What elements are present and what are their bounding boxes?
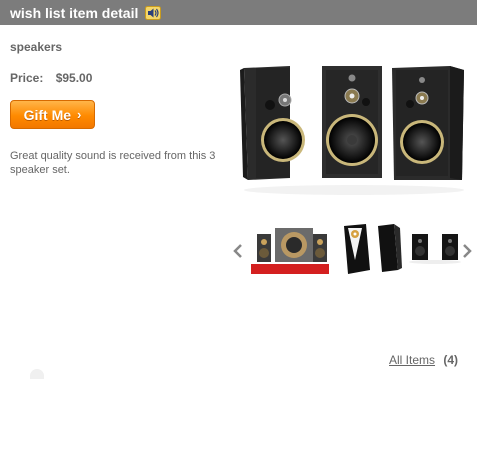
item-description: Great quality sound is received from thi… (10, 150, 216, 176)
chevron-right-icon: › (77, 107, 82, 122)
speaker-center (322, 66, 382, 178)
chevron-left-icon[interactable] (233, 244, 243, 258)
thumbnail-1[interactable] (251, 220, 329, 278)
page-title: wish list item detail (10, 4, 139, 21)
gift-me-button[interactable]: Gift Me › (10, 100, 95, 129)
all-items-row: All Items (4) (389, 353, 458, 367)
speaker-icon[interactable] (145, 5, 162, 20)
price-label: Price: (10, 71, 44, 85)
chevron-right-icon[interactable] (462, 244, 472, 258)
speaker-right (392, 66, 464, 180)
gift-me-label: Gift Me (23, 106, 72, 123)
speaker-left (240, 66, 305, 180)
item-name: speakers (10, 40, 63, 54)
price-row: Price: $95.00 (10, 71, 92, 85)
thumbnail-carousel (231, 220, 477, 280)
thumbnail-2[interactable] (336, 220, 414, 278)
price-value: $95.00 (55, 71, 93, 85)
all-items-count: (4) (443, 353, 459, 367)
all-items-link[interactable]: All Items (389, 353, 435, 367)
loading-indicator (30, 369, 44, 379)
header-bar: wish list item detail (0, 0, 477, 25)
product-image (240, 66, 464, 195)
thumbnail-3[interactable] (406, 220, 464, 278)
